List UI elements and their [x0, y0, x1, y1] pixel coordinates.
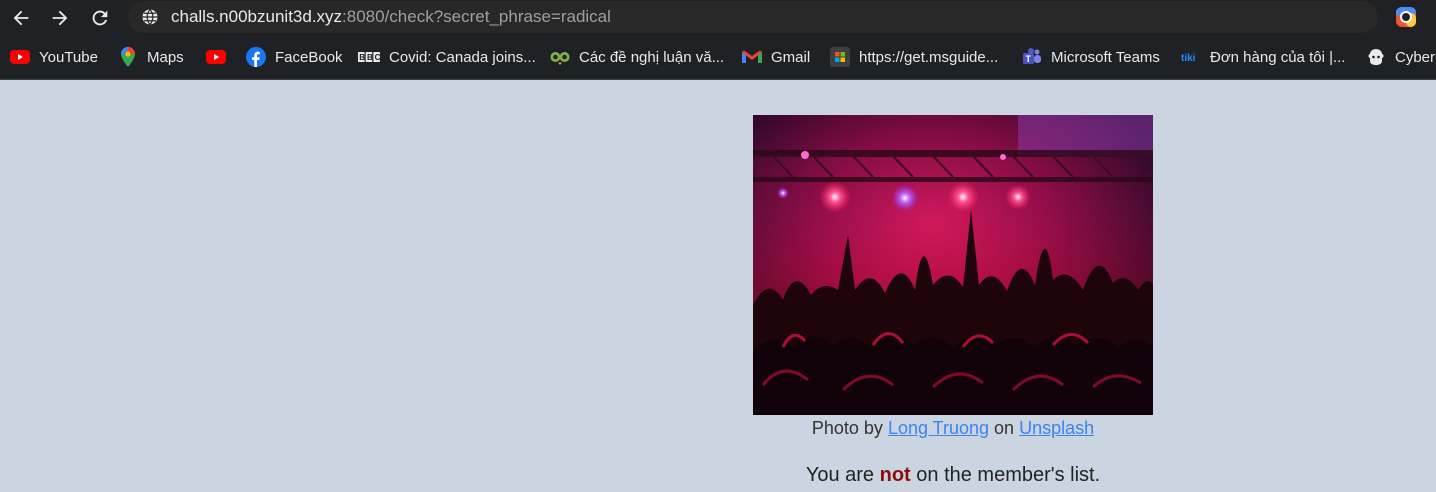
- membership-message: You are not on the member's list.: [653, 464, 1253, 487]
- photo-caption: Photo by Long Truong on Unsplash: [753, 418, 1153, 439]
- concert-photo: [753, 115, 1153, 415]
- svg-text:B: B: [359, 53, 365, 62]
- facebook-icon: [246, 47, 266, 67]
- bookmark-gmail[interactable]: Gmail: [742, 45, 810, 69]
- bookmark-label: https://get.msguide...: [859, 48, 999, 66]
- globe-icon: [141, 8, 159, 26]
- msg-after: on the member's list.: [916, 464, 1101, 486]
- arrow-right-icon: [52, 10, 68, 26]
- extension-icon[interactable]: [1394, 5, 1418, 29]
- address-bar[interactable]: challs.n00bzunit3d.xyz:8080/check?secret…: [128, 1, 1378, 33]
- svg-text:C: C: [375, 53, 380, 62]
- url-host: challs.n00bzunit3d.xyz: [171, 7, 343, 26]
- bookmark-owl[interactable]: Các đề nghị luận vă...: [550, 45, 724, 69]
- bookmark-label: Các đề nghị luận vă...: [579, 48, 725, 66]
- bookmarks-bar: YouTube Maps FaceBook BBC Covid: Canada …: [0, 36, 1436, 80]
- browser-toolbar: challs.n00bzunit3d.xyz:8080/check?secret…: [0, 0, 1436, 36]
- bookmark-youtube[interactable]: YouTube: [10, 45, 98, 69]
- svg-text:T: T: [1026, 54, 1032, 64]
- tiki-icon: tiki: [1181, 47, 1201, 67]
- bookmark-label: Đơn hàng của tôi |...: [1210, 48, 1346, 66]
- caption-mid: on: [994, 418, 1015, 438]
- bookmark-youtube-2[interactable]: [206, 45, 235, 69]
- youtube-icon: [206, 47, 226, 67]
- bookmark-label: Gmail: [771, 48, 811, 66]
- bookmark-label: YouTube: [39, 48, 98, 66]
- bookmark-tiki[interactable]: tiki Đơn hàng của tôi |...: [1181, 45, 1345, 69]
- cyber-icon: [1366, 47, 1386, 67]
- svg-text:tiki: tiki: [1181, 53, 1196, 64]
- gmail-icon: [742, 47, 762, 67]
- bookmark-facebook[interactable]: FaceBook: [246, 45, 343, 69]
- youtube-icon: [10, 47, 30, 67]
- bookmark-msguide[interactable]: https://get.msguide...: [830, 45, 998, 69]
- owl-icon: [550, 47, 570, 67]
- reload-button[interactable]: [86, 4, 114, 32]
- bookmark-maps[interactable]: Maps: [118, 45, 184, 69]
- bookmark-label: Covid: Canada joins...: [389, 48, 536, 66]
- bookmark-teams[interactable]: T Microsoft Teams: [1022, 45, 1160, 69]
- bookmark-label: Maps: [147, 48, 184, 66]
- reload-icon: [92, 10, 108, 26]
- bookmark-label: FaceBook: [275, 48, 343, 66]
- url-text: challs.n00bzunit3d.xyz:8080/check?secret…: [171, 7, 611, 27]
- bookmark-label: Microsoft Teams: [1051, 48, 1160, 66]
- url-path: :8080/check?secret_phrase=radical: [342, 7, 611, 26]
- author-link[interactable]: Long Truong: [888, 418, 989, 438]
- forward-button[interactable]: [46, 4, 74, 32]
- msg-emphasis: not: [879, 464, 911, 486]
- msg-before: You are: [805, 464, 875, 486]
- svg-text:B: B: [367, 53, 373, 62]
- unsplash-link[interactable]: Unsplash: [1019, 418, 1094, 438]
- maps-icon: [118, 47, 138, 67]
- msguide-icon: [830, 47, 850, 67]
- teams-icon: T: [1022, 47, 1042, 67]
- bookmark-cyber[interactable]: Cyber: [1366, 45, 1435, 69]
- bookmark-label: Cyber: [1395, 48, 1436, 66]
- bookmark-bbc[interactable]: BBC Covid: Canada joins...: [358, 45, 536, 69]
- arrow-left-icon: [13, 10, 29, 26]
- bbc-icon: BBC: [358, 47, 380, 67]
- back-button[interactable]: [7, 4, 35, 32]
- caption-prefix: Photo by: [811, 418, 883, 438]
